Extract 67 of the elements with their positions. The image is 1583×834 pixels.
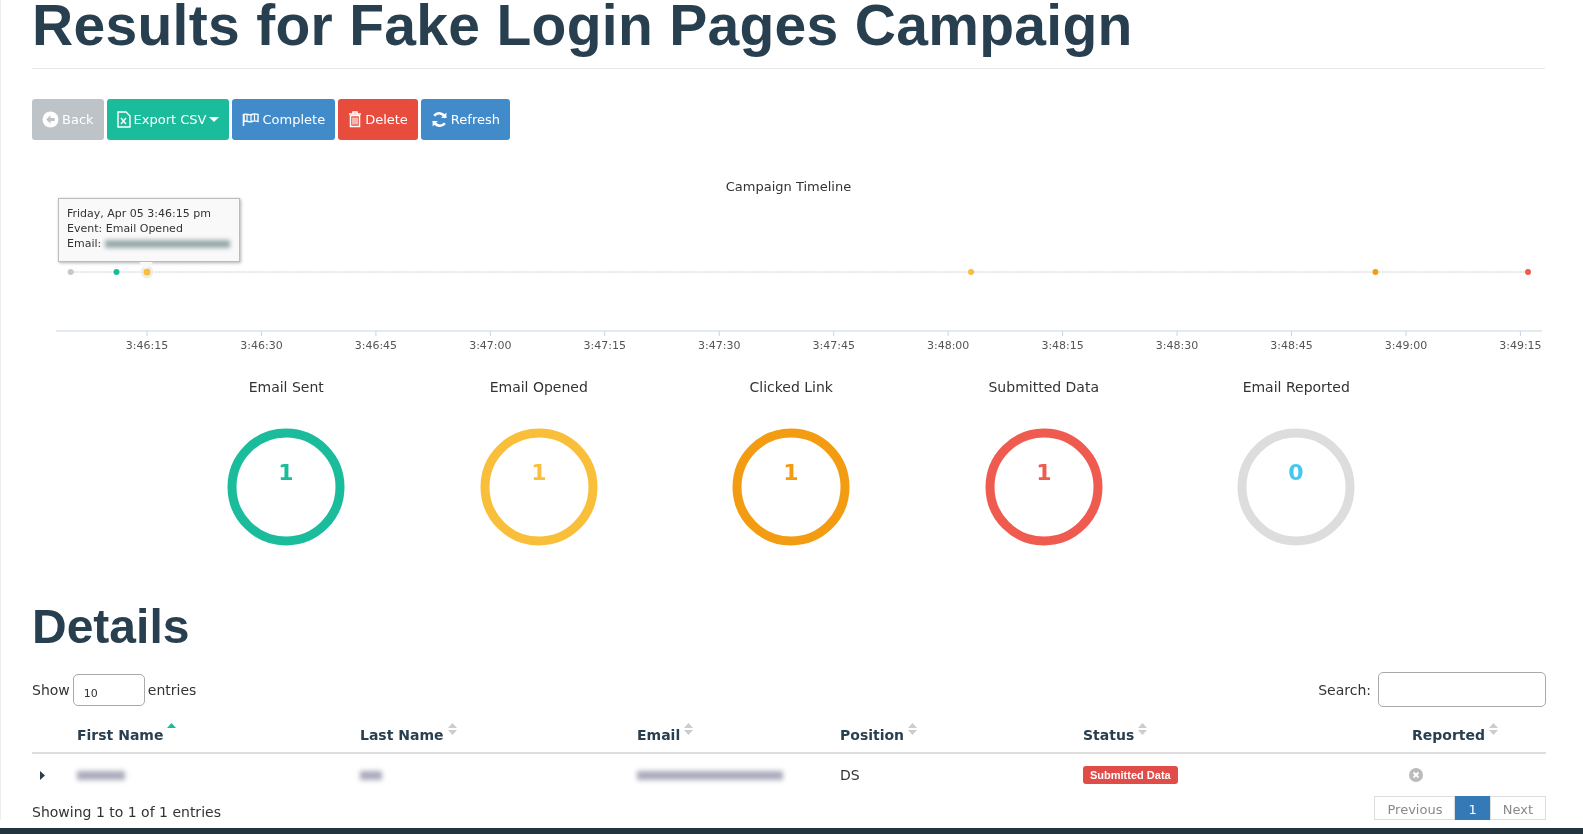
stat-title: Email Reported [1242, 379, 1350, 395]
stat-title: Submitted Data [988, 379, 1099, 395]
column-header[interactable]: Position [840, 727, 905, 743]
pagination-button[interactable]: 1 [1455, 796, 1490, 820]
tick-label: 3:46:30 [240, 339, 283, 352]
caret-icon [209, 117, 220, 122]
tick-label: 3:47:45 [812, 339, 855, 352]
sort-icon[interactable] [908, 722, 918, 736]
column-header[interactable]: First Name [77, 727, 164, 743]
column-header[interactable]: Reported [1412, 727, 1486, 743]
tick-label: 3:48:15 [1041, 339, 1084, 352]
event-point[interactable] [140, 265, 154, 279]
tick-label: 3:47:15 [583, 339, 626, 352]
refresh-icon [430, 111, 448, 128]
stat-count: 1 [531, 460, 547, 485]
table-info: Showing 1 to 1 of 1 entries [32, 804, 221, 820]
tick-label: 3:49:00 [1384, 339, 1428, 352]
column-header[interactable]: Status [1083, 727, 1135, 743]
stat-count: 1 [1036, 460, 1052, 485]
stat-count: 1 [278, 460, 294, 485]
tick-label: 3:47:30 [698, 339, 741, 352]
pagination-button[interactable]: Previous [1374, 796, 1456, 820]
page-title: Results for Fake Login Pages Campaign [32, 0, 1545, 69]
delete-button[interactable]: Delete [338, 99, 418, 140]
export-button[interactable]: Export CSV [106, 99, 230, 140]
refresh-button[interactable]: Refresh [420, 99, 510, 140]
tick-label: 3:49:15 [1499, 339, 1542, 352]
column-header[interactable]: Last Name [360, 727, 444, 743]
sort-icon[interactable] [684, 722, 694, 736]
tick-label: 3:47:00 [469, 339, 512, 352]
spreadsheet-file-icon [116, 111, 131, 128]
event-point[interactable] [1525, 269, 1532, 275]
stat-count: 1 [783, 460, 799, 485]
event-point[interactable] [1372, 269, 1379, 275]
sort-icon[interactable] [1489, 722, 1499, 736]
sort-icon[interactable] [1138, 722, 1148, 736]
stat-title: Email Opened [489, 379, 588, 395]
tooltip-email-label: Email: [67, 237, 102, 250]
trash-icon [348, 111, 363, 128]
column-header[interactable]: Email [637, 727, 681, 743]
show-label: Show [32, 681, 70, 698]
search-label: Search: [1318, 681, 1371, 698]
stat-title: Clicked Link [749, 379, 833, 395]
tooltip-date: Friday, Apr 05 3:46:15 pm [67, 206, 212, 221]
entries-label: entries [147, 681, 197, 698]
tick-label: 3:46:15 [125, 339, 169, 352]
tick-label: 3:48:30 [1155, 339, 1199, 352]
search-field[interactable] [1378, 672, 1546, 707]
expand-caret-icon[interactable] [40, 770, 46, 780]
flag-icon [242, 112, 260, 127]
pagination-button[interactable]: Next [1489, 796, 1546, 820]
tick-label: 3:48:45 [1270, 339, 1313, 352]
tick-label: 3:48:00 [926, 339, 970, 352]
tooltip-event: Event: Email Opened [67, 221, 184, 236]
tick-label: 3:46:45 [354, 339, 398, 352]
chart-title: Campaign Timeline [725, 179, 852, 194]
section-title: Details [32, 599, 191, 655]
sort-icon[interactable] [447, 722, 457, 736]
event-point[interactable] [67, 269, 74, 275]
entries-select[interactable]: 10 [72, 673, 145, 706]
stat-count: 0 [1288, 460, 1304, 485]
stat-title: Email Sent [248, 379, 324, 395]
event-point[interactable] [113, 269, 120, 275]
status-badge: Submitted Data [1083, 766, 1178, 784]
complete-button[interactable]: Complete [232, 99, 336, 140]
event-point[interactable] [968, 269, 975, 275]
table-cell: DS [840, 767, 860, 783]
